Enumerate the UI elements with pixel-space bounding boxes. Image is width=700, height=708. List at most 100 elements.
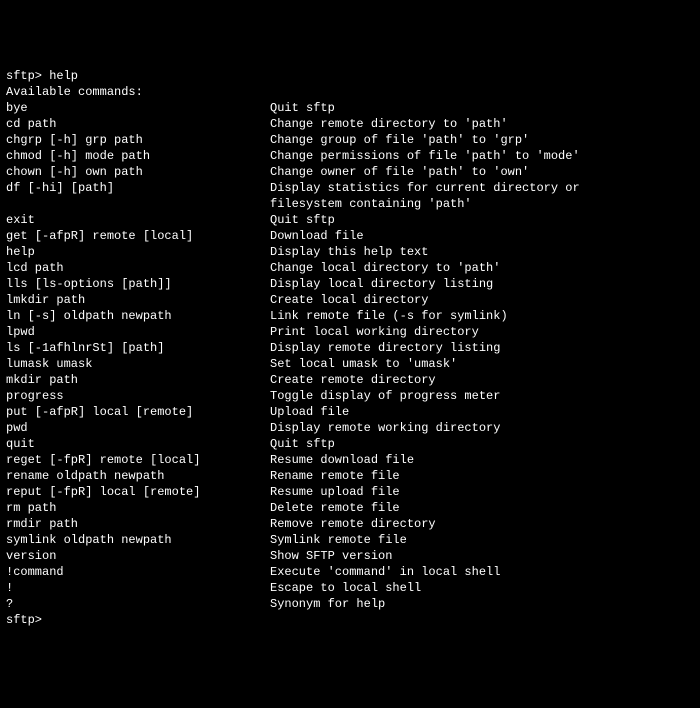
- help-command: put [-afpR] local [remote]: [6, 404, 270, 420]
- help-command: mkdir path: [6, 372, 270, 388]
- help-description: Toggle display of progress meter: [270, 388, 694, 404]
- help-command: chgrp [-h] grp path: [6, 132, 270, 148]
- help-command: lls [ls-options [path]]: [6, 276, 270, 292]
- help-row: symlink oldpath newpathSymlink remote fi…: [6, 532, 694, 548]
- help-command: quit: [6, 436, 270, 452]
- help-row: ln [-s] oldpath newpathLink remote file …: [6, 308, 694, 324]
- help-command: ln [-s] oldpath newpath: [6, 308, 270, 324]
- help-command: lcd path: [6, 260, 270, 276]
- help-description: Symlink remote file: [270, 532, 694, 548]
- help-command: lmkdir path: [6, 292, 270, 308]
- help-command: rename oldpath newpath: [6, 468, 270, 484]
- help-row: mkdir pathCreate remote directory: [6, 372, 694, 388]
- help-description: Quit sftp: [270, 100, 694, 116]
- help-command: cd path: [6, 116, 270, 132]
- help-description: Quit sftp: [270, 212, 694, 228]
- help-row: df [-hi] [path]Display statistics for cu…: [6, 180, 694, 196]
- help-row: rm pathDelete remote file: [6, 500, 694, 516]
- help-description: Download file: [270, 228, 694, 244]
- help-description: Change group of file 'path' to 'grp': [270, 132, 694, 148]
- help-description: Resume download file: [270, 452, 694, 468]
- help-row: cd pathChange remote directory to 'path': [6, 116, 694, 132]
- help-description: Show SFTP version: [270, 548, 694, 564]
- help-description: Display statistics for current directory…: [270, 180, 694, 196]
- help-row: versionShow SFTP version: [6, 548, 694, 564]
- help-command: symlink oldpath newpath: [6, 532, 270, 548]
- prompt-line[interactable]: sftp>: [6, 612, 694, 628]
- help-command: lumask umask: [6, 356, 270, 372]
- help-command: !command: [6, 564, 270, 580]
- help-row: !commandExecute 'command' in local shell: [6, 564, 694, 580]
- help-description: Resume upload file: [270, 484, 694, 500]
- help-description: Synonym for help: [270, 596, 694, 612]
- help-command: version: [6, 548, 270, 564]
- help-row: rmdir pathRemove remote directory: [6, 516, 694, 532]
- help-description: Change local directory to 'path': [270, 260, 694, 276]
- help-row: exitQuit sftp: [6, 212, 694, 228]
- help-command: bye: [6, 100, 270, 116]
- help-row: quitQuit sftp: [6, 436, 694, 452]
- help-command: reput [-fpR] local [remote]: [6, 484, 270, 500]
- help-row: lpwdPrint local working directory: [6, 324, 694, 340]
- help-description: Link remote file (-s for symlink): [270, 308, 694, 324]
- help-row: chown [-h] own pathChange owner of file …: [6, 164, 694, 180]
- help-command: reget [-fpR] remote [local]: [6, 452, 270, 468]
- help-command: df [-hi] [path]: [6, 180, 270, 196]
- help-command: rmdir path: [6, 516, 270, 532]
- help-command: ls [-1afhlnrSt] [path]: [6, 340, 270, 356]
- cursor: [42, 613, 49, 627]
- help-command: lpwd: [6, 324, 270, 340]
- help-description: Change owner of file 'path' to 'own': [270, 164, 694, 180]
- help-header: Available commands:: [6, 84, 694, 100]
- help-command: get [-afpR] remote [local]: [6, 228, 270, 244]
- help-command: [6, 196, 270, 212]
- help-description: Change permissions of file 'path' to 'mo…: [270, 148, 694, 164]
- help-command: chmod [-h] mode path: [6, 148, 270, 164]
- help-row: lls [ls-options [path]]Display local dir…: [6, 276, 694, 292]
- help-description: Create local directory: [270, 292, 694, 308]
- help-row: ?Synonym for help: [6, 596, 694, 612]
- help-row: put [-afpR] local [remote]Upload file: [6, 404, 694, 420]
- help-description: Create remote directory: [270, 372, 694, 388]
- help-row: progressToggle display of progress meter: [6, 388, 694, 404]
- help-row: chgrp [-h] grp pathChange group of file …: [6, 132, 694, 148]
- help-description: Display remote directory listing: [270, 340, 694, 356]
- help-description: Escape to local shell: [270, 580, 694, 596]
- help-row: pwdDisplay remote working directory: [6, 420, 694, 436]
- help-description: Remove remote directory: [270, 516, 694, 532]
- help-row: lmkdir pathCreate local directory: [6, 292, 694, 308]
- help-description: filesystem containing 'path': [270, 196, 694, 212]
- help-command: rm path: [6, 500, 270, 516]
- terminal-output: sftp> helpAvailable commands:byeQuit sft…: [6, 68, 694, 628]
- prompt-text: sftp>: [6, 613, 42, 627]
- help-row: filesystem containing 'path': [6, 196, 694, 212]
- help-row: helpDisplay this help text: [6, 244, 694, 260]
- help-description: Rename remote file: [270, 468, 694, 484]
- help-row: reget [-fpR] remote [local]Resume downlo…: [6, 452, 694, 468]
- prompt-line: sftp> help: [6, 68, 694, 84]
- help-command: !: [6, 580, 270, 596]
- help-row: lcd pathChange local directory to 'path': [6, 260, 694, 276]
- help-row: byeQuit sftp: [6, 100, 694, 116]
- help-row: rename oldpath newpathRename remote file: [6, 468, 694, 484]
- help-command: pwd: [6, 420, 270, 436]
- help-description: Display local directory listing: [270, 276, 694, 292]
- help-command: exit: [6, 212, 270, 228]
- help-command: help: [6, 244, 270, 260]
- help-description: Change remote directory to 'path': [270, 116, 694, 132]
- help-description: Set local umask to 'umask': [270, 356, 694, 372]
- help-description: Upload file: [270, 404, 694, 420]
- help-row: ls [-1afhlnrSt] [path]Display remote dir…: [6, 340, 694, 356]
- help-row: reput [-fpR] local [remote]Resume upload…: [6, 484, 694, 500]
- help-description: Quit sftp: [270, 436, 694, 452]
- help-command: progress: [6, 388, 270, 404]
- help-row: chmod [-h] mode pathChange permissions o…: [6, 148, 694, 164]
- help-description: Delete remote file: [270, 500, 694, 516]
- help-description: Display this help text: [270, 244, 694, 260]
- help-command: chown [-h] own path: [6, 164, 270, 180]
- help-command: ?: [6, 596, 270, 612]
- help-row: !Escape to local shell: [6, 580, 694, 596]
- help-description: Print local working directory: [270, 324, 694, 340]
- help-row: lumask umaskSet local umask to 'umask': [6, 356, 694, 372]
- help-description: Display remote working directory: [270, 420, 694, 436]
